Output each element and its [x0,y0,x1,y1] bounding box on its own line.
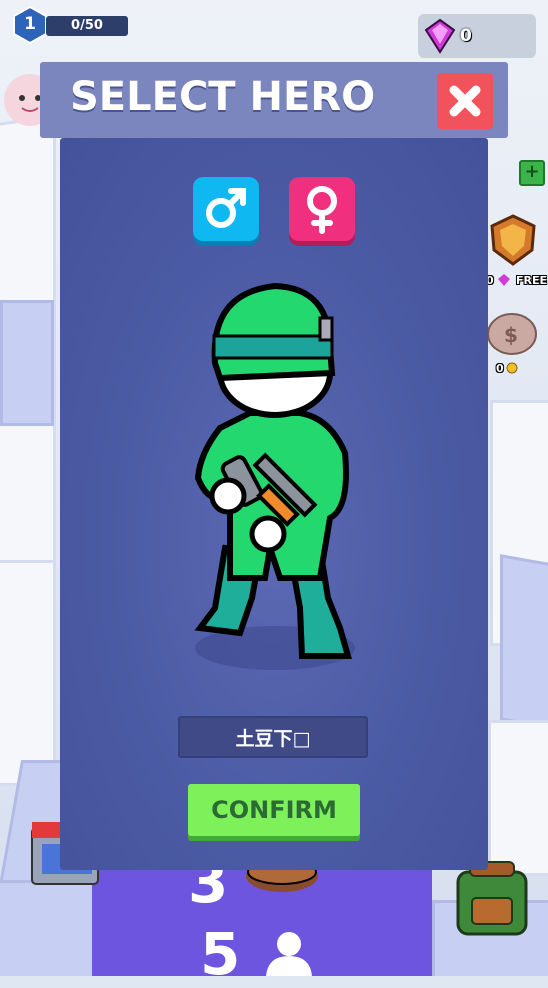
close-button[interactable] [437,73,493,129]
backpack-icon[interactable] [452,858,532,938]
gem-icon-small [498,274,510,286]
close-icon [449,85,481,117]
reward-shield-icon[interactable] [488,214,538,266]
xp-progress-bar: 0/50 [46,16,128,36]
ice-block [0,880,106,976]
hero-name-field[interactable]: 土豆下□ [178,716,368,758]
gem-count: 0 [460,26,472,46]
hero-character[interactable] [180,278,370,680]
male-button[interactable] [193,177,259,241]
level-number: 1 [24,14,36,34]
svg-text:$: $ [504,323,518,347]
user-icon [266,932,312,976]
gem-icon [424,18,456,54]
ice-block [0,300,54,426]
female-button[interactable] [289,177,355,241]
ice-block [488,720,548,876]
piggy-bank-icon[interactable]: $ [486,306,540,358]
plus-icon[interactable]: + [519,160,545,186]
coin-icon [506,362,518,374]
road-number-bottom: 5 [200,920,241,988]
modal-title: SELECT HERO [70,74,376,120]
piggy-count: 0 [496,362,504,375]
confirm-button[interactable]: CONFIRM [188,784,360,836]
ice-block [500,554,548,732]
female-icon [307,186,337,234]
male-icon [206,188,246,228]
ice-block [0,560,56,786]
reward-free-label: FREE [516,274,548,287]
